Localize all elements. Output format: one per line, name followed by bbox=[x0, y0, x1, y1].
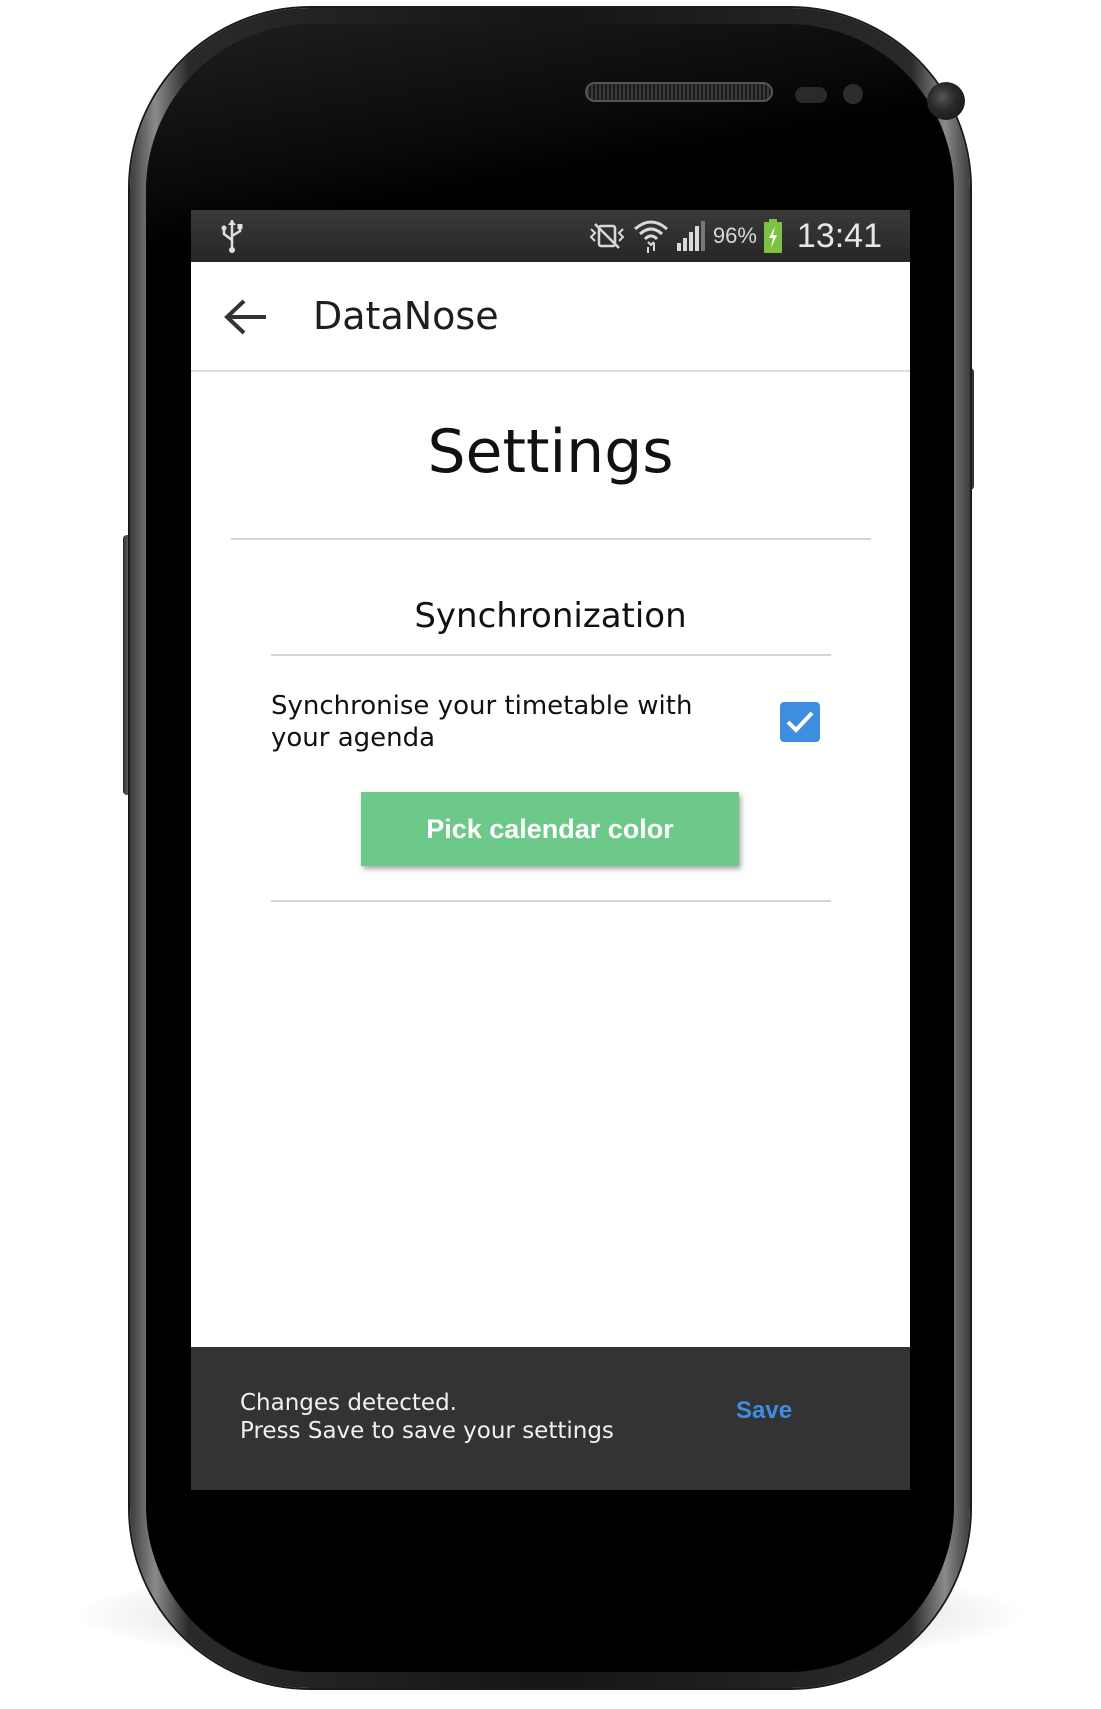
proximity-sensor bbox=[795, 87, 827, 103]
snackbar: Changes detected. Press Save to save you… bbox=[191, 1347, 910, 1490]
snackbar-message: Changes detected. Press Save to save you… bbox=[240, 1389, 614, 1445]
app-title: DataNose bbox=[313, 294, 499, 338]
battery-charging-icon bbox=[763, 219, 783, 253]
divider bbox=[271, 654, 831, 656]
earpiece-speaker bbox=[585, 82, 773, 102]
screen: 96% 13:41 DataNose Settings Synchronizat… bbox=[191, 210, 910, 1490]
section-title: Synchronization bbox=[414, 596, 687, 636]
page-title: Settings bbox=[427, 417, 674, 487]
front-camera bbox=[927, 82, 965, 120]
status-icons: 96% 13:41 bbox=[587, 210, 882, 262]
divider bbox=[231, 538, 871, 540]
sync-label: Synchronise your timetable with your age… bbox=[271, 691, 693, 753]
save-button[interactable]: Save bbox=[736, 1397, 792, 1425]
light-sensor bbox=[843, 84, 863, 104]
snackbar-line-1: Changes detected. bbox=[240, 1390, 457, 1416]
arrow-left-icon bbox=[224, 299, 266, 335]
back-button[interactable] bbox=[221, 292, 271, 342]
battery-percent: 96% bbox=[712, 223, 757, 248]
stage: 96% 13:41 DataNose Settings Synchronizat… bbox=[0, 0, 1101, 1709]
app-bar: DataNose bbox=[191, 262, 910, 372]
sync-checkbox[interactable] bbox=[780, 702, 820, 742]
snackbar-line-2: Press Save to save your settings bbox=[240, 1418, 614, 1444]
status-bar: 96% 13:41 bbox=[191, 210, 910, 262]
usb-icon bbox=[219, 218, 245, 254]
checkmark-icon bbox=[786, 711, 814, 733]
clock: 13:41 bbox=[796, 216, 882, 255]
pick-calendar-color-button[interactable]: Pick calendar color bbox=[361, 792, 739, 866]
divider bbox=[271, 900, 831, 902]
wifi-icon bbox=[633, 219, 669, 253]
no-vibrate-icon bbox=[587, 221, 627, 251]
signal-icon bbox=[675, 221, 705, 251]
